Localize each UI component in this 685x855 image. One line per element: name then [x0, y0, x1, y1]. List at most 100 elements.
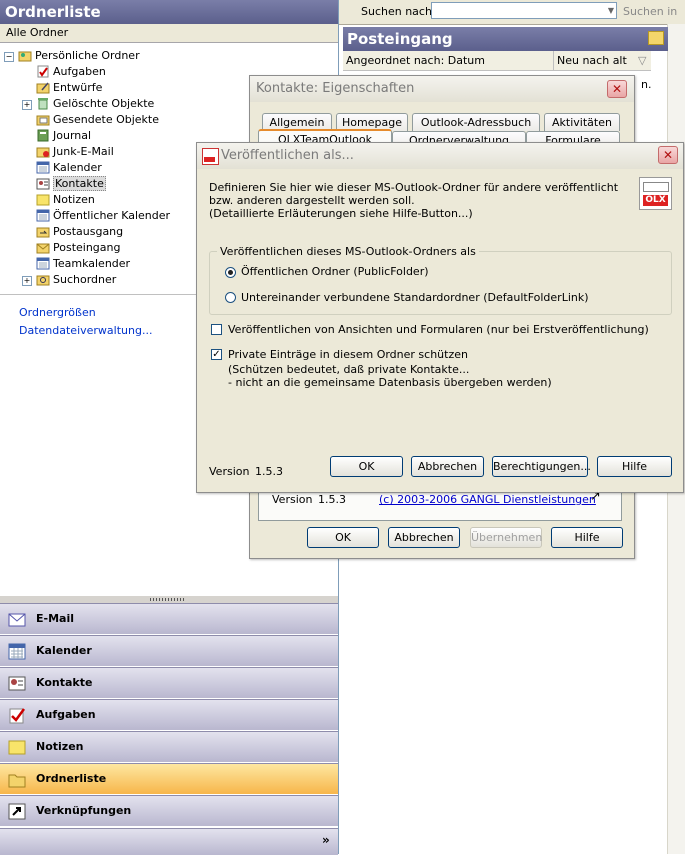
- tab-outlook-addressbook[interactable]: Outlook-Adressbuch: [412, 113, 540, 131]
- folder-sizes-link[interactable]: Ordnergrößen: [19, 306, 96, 319]
- configure-buttons-icon[interactable]: »: [322, 833, 330, 847]
- tree-item-inbox[interactable]: Posteingang: [36, 240, 121, 256]
- dialog-title: Veröffentlichen als...: [197, 143, 683, 169]
- tree-item-search-folders[interactable]: Suchordner: [36, 272, 116, 288]
- notes-icon: [36, 193, 50, 206]
- folder-pane-title: Ordnerliste: [0, 0, 338, 24]
- apply-button[interactable]: Übernehmen: [470, 527, 542, 548]
- olx-logo: OLX: [639, 177, 672, 210]
- contacts-icon: [36, 177, 50, 190]
- deleted-items-icon: [36, 97, 50, 110]
- tree-item-junk-mail[interactable]: Junk-E-Mail: [36, 144, 114, 160]
- nav-pane-footer: »: [0, 828, 338, 855]
- search-input[interactable]: [431, 2, 617, 19]
- drafts-icon: [36, 81, 50, 94]
- personal-folders-icon: [18, 49, 32, 62]
- arrange-by-label[interactable]: Angeordnet nach: Datum: [346, 54, 485, 67]
- shortcut-icon: [8, 802, 26, 820]
- public-folder-label[interactable]: Öffentlichen Ordner (PublicFolder): [241, 265, 429, 278]
- nav-button-shortcuts[interactable]: Verknüpfungen: [0, 795, 338, 826]
- description-line: bzw. anderen dargestellt werden soll.: [209, 194, 415, 207]
- all-folders-label: Alle Ordner: [0, 24, 338, 43]
- tree-item-journal[interactable]: Journal: [36, 128, 91, 144]
- sort-order-label[interactable]: Neu nach alt: [557, 54, 627, 67]
- tree-item-team-calendar[interactable]: Teamkalender: [36, 256, 130, 272]
- app-logo-icon: [202, 148, 219, 165]
- cancel-button[interactable]: Abbrechen: [388, 527, 460, 548]
- nav-button-folder-list[interactable]: Ordnerliste: [0, 763, 338, 794]
- default-folder-link-radio[interactable]: [225, 292, 236, 303]
- calendar-icon: [8, 642, 26, 660]
- nav-button-tasks[interactable]: Aufgaben: [0, 699, 338, 730]
- reading-pane-text: n.: [641, 78, 652, 91]
- publish-views-checkbox[interactable]: [211, 324, 222, 335]
- folder-list-icon: [8, 770, 26, 788]
- version-value: 1.5.3: [318, 493, 346, 506]
- version-label: Version: [272, 493, 313, 506]
- nav-button-calendar[interactable]: Kalender: [0, 635, 338, 666]
- publish-views-label[interactable]: Veröffentlichen von Ansichten und Formul…: [228, 323, 649, 336]
- close-icon[interactable]: ✕: [607, 80, 627, 98]
- chevron-down-icon[interactable]: ▼: [606, 3, 616, 18]
- group-label: Veröffentlichen dieses MS-Outlook-Ordner…: [217, 245, 479, 258]
- search-label: Suchen nach:: [361, 5, 436, 18]
- tree-item-public-calendar[interactable]: Öffentlicher Kalender: [36, 208, 170, 224]
- nav-pane-splitter[interactable]: [0, 596, 338, 603]
- protect-note-line: - nicht an die gemeinsame Datenbasis übe…: [228, 376, 552, 389]
- ok-button[interactable]: OK: [307, 527, 379, 548]
- sent-items-icon: [36, 113, 50, 126]
- tree-item-deleted-items[interactable]: Gelöschte Objekte: [36, 96, 154, 112]
- protect-private-checkbox[interactable]: ✓: [211, 349, 222, 360]
- expand-icon[interactable]: +: [22, 276, 32, 286]
- outbox-icon: [36, 225, 50, 238]
- calendar-icon: [36, 161, 50, 174]
- tasks-icon: [36, 65, 50, 78]
- nav-button-notes[interactable]: Notizen: [0, 731, 338, 762]
- inbox-icon: [36, 241, 50, 254]
- search-folder-icon: [36, 273, 50, 286]
- nav-button-mail[interactable]: E-Mail: [0, 603, 338, 634]
- nav-button-contacts[interactable]: Kontakte: [0, 667, 338, 698]
- dialog-title: Kontakte: Eigenschaften: [250, 76, 634, 102]
- protect-private-label[interactable]: Private Einträge in diesem Ordner schütz…: [228, 348, 468, 361]
- protect-note-line: (Schützen bedeutet, daß private Kontakte…: [228, 363, 470, 376]
- help-button[interactable]: Hilfe: [597, 456, 672, 477]
- description-line: (Detaillierte Erläuterungen siehe Hilfe-…: [209, 207, 473, 220]
- expand-icon[interactable]: +: [22, 100, 32, 110]
- sort-arrow-icon[interactable]: ▽: [638, 54, 646, 67]
- tree-item-sent-items[interactable]: Gesendete Objekte: [36, 112, 159, 128]
- help-button[interactable]: Hilfe: [551, 527, 623, 548]
- mail-icon: [8, 610, 26, 627]
- version-label: Version: [209, 465, 250, 478]
- default-folder-link-label[interactable]: Untereinander verbundene Standardordner …: [241, 291, 589, 304]
- close-icon[interactable]: ✕: [658, 146, 678, 164]
- journal-icon: [36, 129, 50, 142]
- publish-options-group: [209, 251, 672, 315]
- folder-icon[interactable]: [648, 31, 664, 45]
- tree-item-calendar[interactable]: Kalender: [36, 160, 102, 176]
- tree-item-outbox[interactable]: Postausgang: [36, 224, 123, 240]
- data-file-management-link[interactable]: Datendateiverwaltung...: [19, 324, 152, 337]
- tasks-icon: [8, 706, 26, 724]
- publish-as-dialog: Veröffentlichen als... ✕ Definieren Sie …: [196, 142, 684, 493]
- calendar-icon: [36, 257, 50, 270]
- notes-icon: [8, 738, 26, 755]
- tree-item-contacts[interactable]: Kontakte: [36, 176, 106, 192]
- tab-activities[interactable]: Aktivitäten: [544, 113, 620, 131]
- inbox-title: Posteingang: [343, 27, 668, 51]
- cancel-button[interactable]: Abbrechen: [411, 456, 484, 477]
- search-in-button[interactable]: Suchen in: [623, 5, 677, 18]
- ok-button[interactable]: OK: [330, 456, 403, 477]
- public-folder-radio[interactable]: [225, 267, 236, 278]
- tree-item-drafts[interactable]: Entwürfe: [36, 80, 102, 96]
- junk-mail-icon: [36, 145, 50, 158]
- copyright-link[interactable]: (c) 2003-2006 GANGL Dienstleistungen: [379, 493, 596, 506]
- tree-item-tasks[interactable]: Aufgaben: [36, 64, 106, 80]
- permissions-button[interactable]: Berechtigungen...: [492, 456, 591, 477]
- description-line: Definieren Sie hier wie dieser MS-Outloo…: [209, 181, 619, 194]
- tree-item-personal-folders[interactable]: Persönliche Ordner: [18, 48, 140, 64]
- tree-item-notes[interactable]: Notizen: [36, 192, 95, 208]
- contacts-icon: [8, 674, 26, 691]
- collapse-icon[interactable]: −: [4, 52, 14, 62]
- calendar-icon: [36, 209, 50, 222]
